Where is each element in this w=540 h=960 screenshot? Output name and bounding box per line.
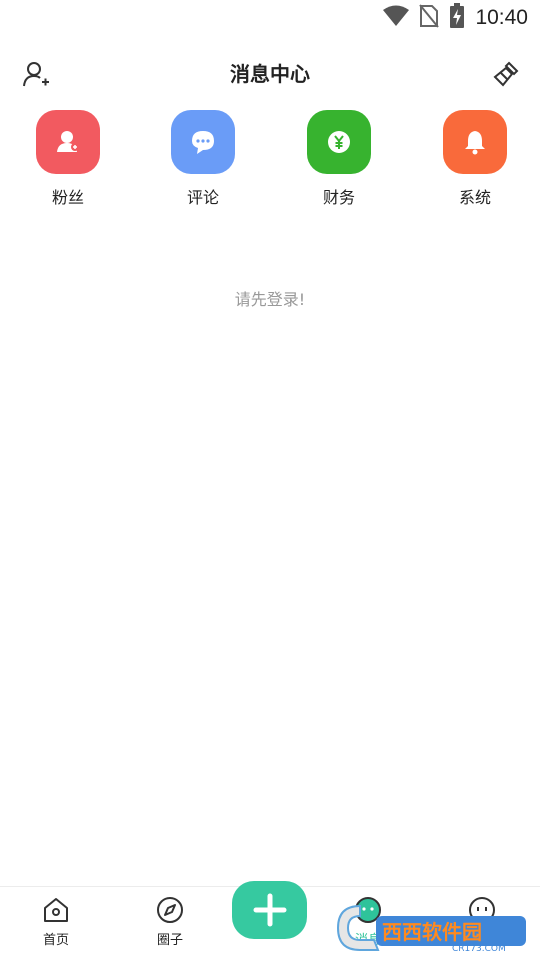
fans-tile xyxy=(36,110,100,174)
category-finance[interactable]: 财务 xyxy=(299,110,379,208)
plus-icon xyxy=(253,893,286,927)
nav-circle[interactable]: 圈子 xyxy=(140,895,200,948)
broom-icon xyxy=(493,61,519,87)
comment-tile xyxy=(171,110,235,174)
home-icon xyxy=(41,895,71,925)
status-time: 10:40 xyxy=(475,6,528,29)
watermark-url: CR173.COM xyxy=(452,944,506,954)
nav-label: 首页 xyxy=(42,933,69,948)
message-categories: 粉丝 评论 财务 系统 xyxy=(0,110,540,210)
status-bar: 10:40 xyxy=(0,0,540,36)
comment-icon xyxy=(192,131,214,154)
page-title: 消息中心 xyxy=(230,62,310,86)
category-label: 财务 xyxy=(322,188,355,207)
login-prompt: 请先登录! xyxy=(234,290,306,309)
category-label: 粉丝 xyxy=(51,188,84,207)
finance-tile xyxy=(307,110,371,174)
watermark-brand: 西西软件园 xyxy=(382,920,482,944)
system-tile xyxy=(443,110,507,174)
category-comments[interactable]: 评论 xyxy=(163,110,243,208)
clear-messages-button[interactable] xyxy=(490,58,522,90)
category-fans[interactable]: 粉丝 xyxy=(28,110,108,208)
category-label: 评论 xyxy=(186,188,219,207)
compass-icon xyxy=(155,895,185,925)
fans-icon xyxy=(57,131,79,152)
publish-button[interactable] xyxy=(232,881,307,939)
category-system[interactable]: 系统 xyxy=(435,110,515,208)
nav-home[interactable]: 首页 xyxy=(26,895,86,948)
wifi-icon xyxy=(383,5,410,31)
category-label: 系统 xyxy=(458,188,491,207)
no-sim-icon xyxy=(419,4,440,32)
bell-icon xyxy=(465,131,485,155)
header: 消息中心 xyxy=(0,50,540,98)
finance-icon xyxy=(328,131,350,153)
watermark-logo: 西西软件园 CR173.COM xyxy=(334,898,530,954)
battery-charging-icon xyxy=(449,3,465,33)
nav-label: 圈子 xyxy=(156,933,183,948)
